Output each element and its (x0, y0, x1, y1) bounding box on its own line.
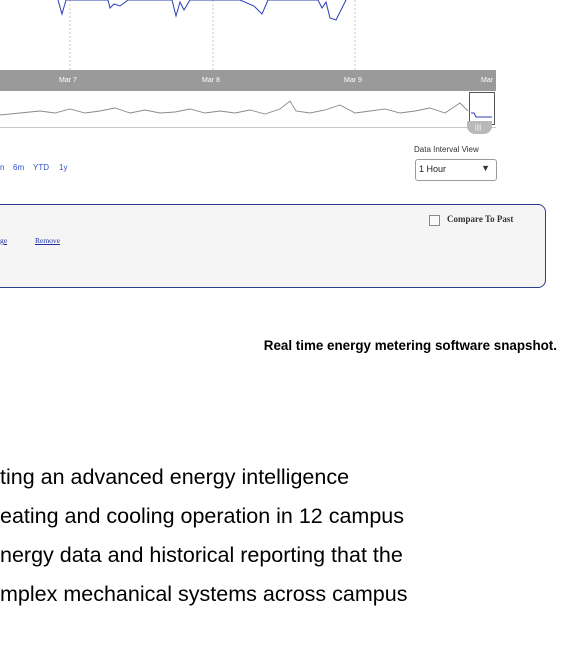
date-tick-label: Mar 9 (344, 77, 362, 84)
remove-link[interactable]: Remove (35, 236, 60, 245)
date-tick-label: Mar 8 (202, 77, 220, 84)
compare-checkbox[interactable] (429, 215, 440, 226)
navigator-series (0, 100, 469, 116)
date-tick-label: Mar 7 (59, 77, 77, 84)
main-chart-plot (57, 0, 356, 70)
interval-value: 1 Hour (419, 164, 447, 174)
panel-link[interactable]: ge (0, 236, 7, 245)
range-button-6m[interactable]: 6m (13, 163, 24, 172)
range-button-ytd[interactable]: YTD (33, 163, 49, 172)
interval-select[interactable]: 1 Hour ▼ (415, 159, 497, 181)
figure-caption: Real time energy metering software snaps… (263, 338, 557, 353)
grip-icon: |||| (475, 125, 482, 131)
body-text-line: ting an advanced energy intelligence (0, 465, 350, 489)
body-text-line: mplex mechanical systems across campus (0, 582, 408, 606)
compare-label: Compare To Past (447, 214, 514, 224)
date-axis-bar: Mar 7 Mar 8 Mar 9 Mar (0, 70, 496, 91)
body-text-line: nergy data and historical reporting that… (0, 543, 403, 567)
navigator-strip[interactable] (0, 91, 496, 128)
range-button[interactable]: n (0, 163, 4, 172)
navigator-window-series (471, 112, 492, 118)
interval-label: Data Interval View (414, 145, 479, 154)
body-text-line: eating and cooling operation in 12 campu… (0, 504, 405, 528)
dropdown-arrow-icon: ▼ (481, 163, 490, 173)
date-tick-label: Mar (481, 77, 494, 84)
navigator-handle[interactable]: |||| (467, 121, 492, 134)
range-button-1y[interactable]: 1y (59, 163, 67, 172)
energy-series-line (57, 0, 347, 21)
